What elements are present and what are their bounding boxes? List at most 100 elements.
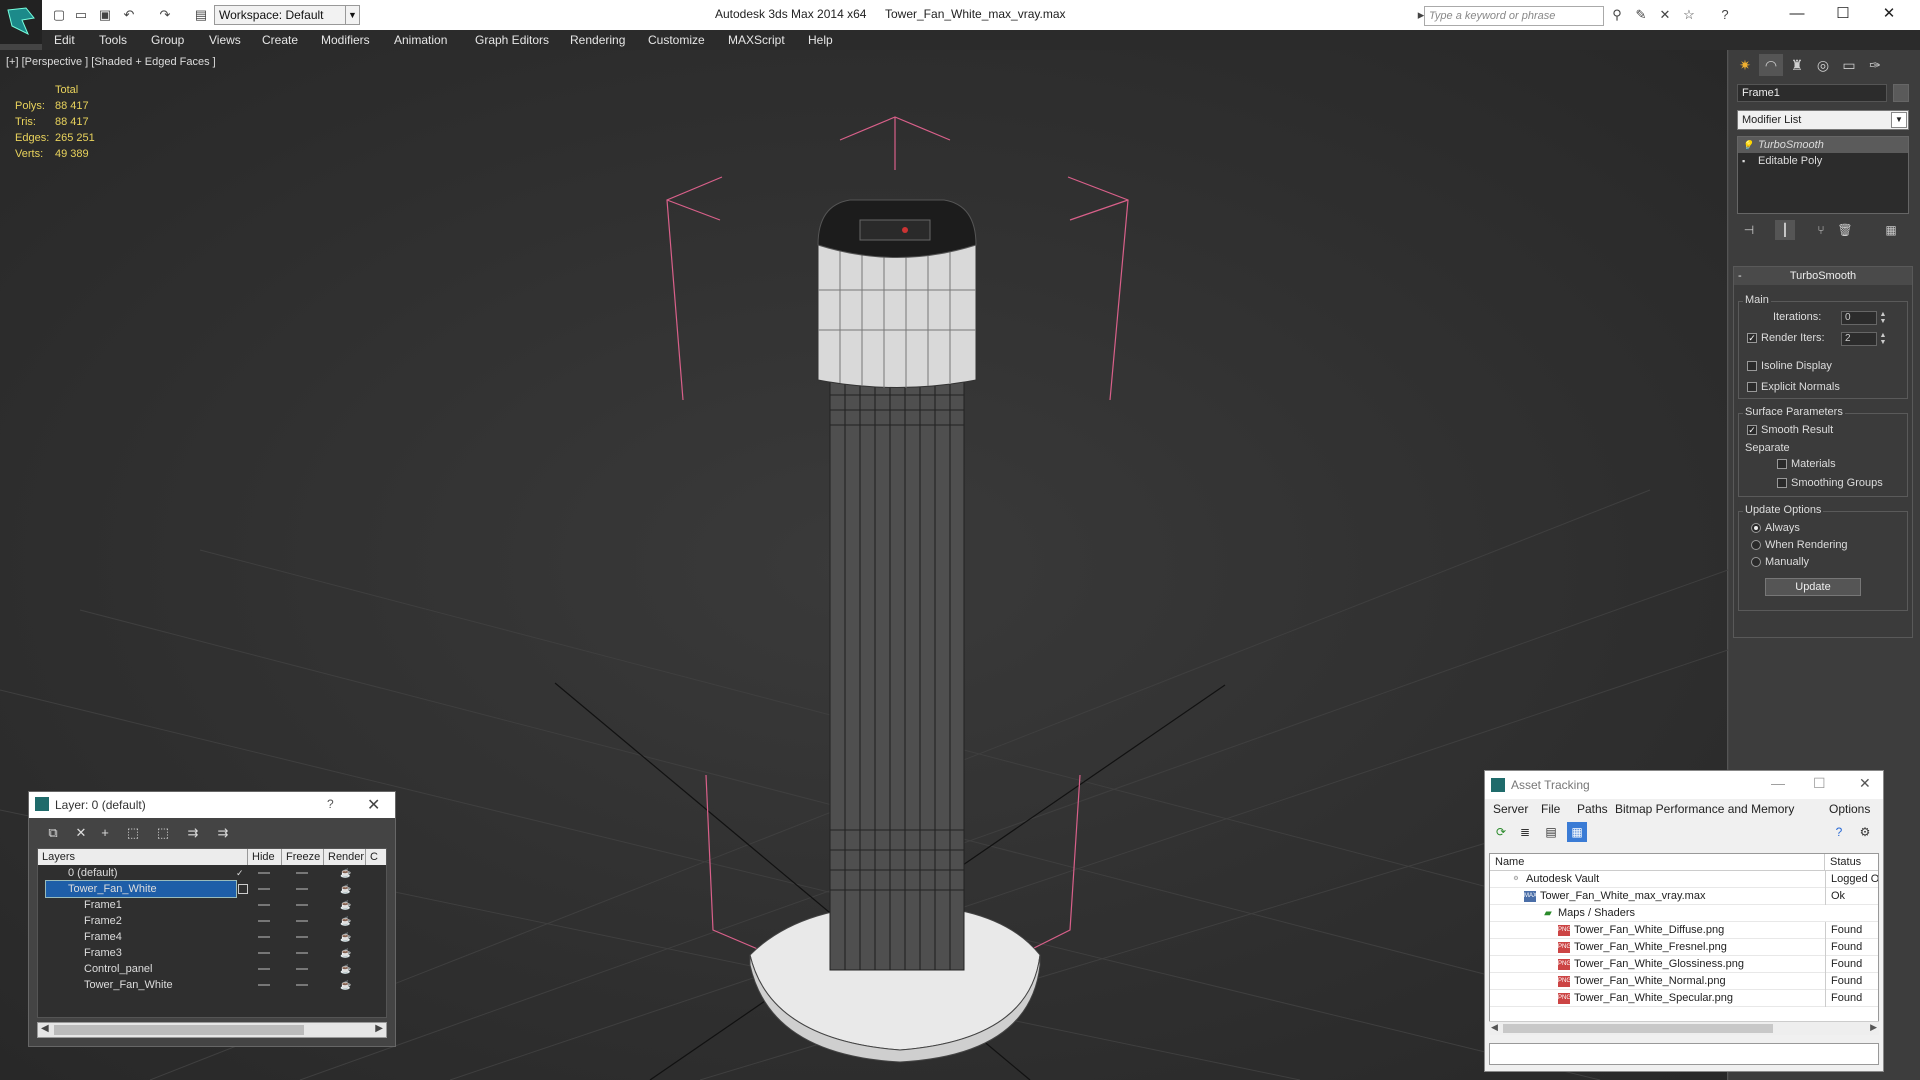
menu-edit[interactable]: Edit <box>54 33 75 47</box>
when-rendering-radio[interactable] <box>1751 540 1761 550</box>
isoline-checkbox[interactable] <box>1747 361 1757 371</box>
show-end-result-icon[interactable]: ┃ <box>1775 220 1795 240</box>
viewport-label[interactable]: [+] [Perspective ] [Shaded + Edged Faces… <box>6 56 216 68</box>
hide-toggle[interactable] <box>258 904 270 906</box>
communication-icon[interactable]: ✕ <box>1656 6 1674 24</box>
scroll-left-icon[interactable]: ◀ <box>41 1023 49 1034</box>
object-name[interactable]: Control_panel <box>84 961 153 977</box>
scroll-right-icon[interactable]: ▶ <box>1870 1022 1877 1033</box>
workspace-dropdown[interactable]: Workspace: Default ▼ <box>214 5 360 25</box>
menu-graph-editors[interactable]: Graph Editors <box>475 33 549 47</box>
layer-name[interactable]: 0 (default) <box>68 865 118 881</box>
render-teapot-icon[interactable]: ☕ <box>340 884 351 894</box>
select-objects-icon[interactable]: ⬚ <box>123 823 143 843</box>
detail-view-icon[interactable]: ▤ <box>1541 822 1561 842</box>
render-teapot-icon[interactable]: ☕ <box>340 900 351 910</box>
menu-customize[interactable]: Customize <box>648 33 705 47</box>
freeze-toggle[interactable] <box>296 920 308 922</box>
hide-toggle[interactable] <box>258 888 270 890</box>
help-button[interactable]: ? <box>327 797 334 811</box>
object-name[interactable]: Frame1 <box>84 897 122 913</box>
stack-item-turbosmooth[interactable]: 💡 TurboSmooth <box>1738 137 1908 153</box>
freeze-toggle[interactable] <box>296 936 308 938</box>
freeze-toggle[interactable] <box>296 888 308 890</box>
lightbulb-icon[interactable]: 💡 <box>1742 140 1753 150</box>
help-icon[interactable]: ? <box>1829 822 1849 842</box>
render-teapot-icon[interactable]: ☕ <box>340 916 351 926</box>
configure-sets-icon[interactable]: ▦ <box>1881 220 1901 240</box>
menu-group[interactable]: Group <box>151 33 184 47</box>
render-iters-checkbox[interactable]: ✓ <box>1747 333 1757 343</box>
app-logo[interactable] <box>0 0 42 44</box>
redo-icon[interactable]: ↷ <box>156 6 174 24</box>
manually-radio[interactable] <box>1751 557 1761 567</box>
hide-toggle[interactable] <box>258 920 270 922</box>
spinner-arrows-icon[interactable]: ▲ ▼ <box>1879 311 1887 325</box>
open-file-icon[interactable]: ▭ <box>72 6 90 24</box>
column-header-freeze[interactable]: Freeze <box>282 849 324 865</box>
column-header-status[interactable]: Status <box>1825 854 1878 871</box>
asset-row[interactable]: ⚙ Autodesk Vault Logged O <box>1490 871 1878 888</box>
layer-row[interactable]: Frame3 ☕ <box>38 945 386 961</box>
add-to-layer-icon[interactable]: + <box>95 823 115 843</box>
freeze-toggle[interactable] <box>296 984 308 986</box>
column-header-name[interactable]: Name <box>1490 854 1825 871</box>
close-button[interactable]: ✕ <box>1866 2 1912 26</box>
modifier-list-dropdown[interactable]: Modifier List ▼ <box>1737 110 1909 130</box>
menu-file[interactable]: File <box>1541 802 1560 816</box>
object-name-field[interactable]: Frame1 <box>1737 84 1887 102</box>
hide-toggle[interactable] <box>258 872 270 874</box>
create-tab-icon[interactable]: ✷ <box>1733 54 1757 76</box>
update-button[interactable]: Update <box>1765 578 1861 596</box>
explicit-normals-checkbox[interactable] <box>1747 382 1757 392</box>
column-header-color[interactable]: C <box>366 849 386 865</box>
menu-maxscript[interactable]: MAXScript <box>728 33 785 47</box>
object-name[interactable]: Frame4 <box>84 929 122 945</box>
new-file-icon[interactable]: ▢ <box>50 6 68 24</box>
close-icon[interactable]: ✕ <box>367 795 380 815</box>
select-layer-icon[interactable]: ⬚ <box>153 823 173 843</box>
layer-row[interactable]: Tower_Fan_White ☕ <box>38 977 386 993</box>
hide-all-layers-icon[interactable]: ⇉ <box>213 823 233 843</box>
layer-row[interactable]: Frame2 ☕ <box>38 913 386 929</box>
layer-row[interactable]: Frame4 ☕ <box>38 929 386 945</box>
rollout-header[interactable]: - TurboSmooth <box>1734 267 1912 285</box>
search-input[interactable]: Type a keyword or phrase <box>1424 6 1604 26</box>
column-header-layers[interactable]: Layers <box>38 849 248 865</box>
scroll-thumb[interactable] <box>1503 1024 1773 1033</box>
minimize-button[interactable]: — <box>1774 2 1820 26</box>
hierarchy-tab-icon[interactable]: ♜ <box>1785 54 1809 76</box>
layer-name[interactable]: Tower_Fan_White <box>45 880 237 898</box>
refresh-icon[interactable]: ⟳ <box>1491 822 1511 842</box>
scroll-left-icon[interactable]: ◀ <box>1491 1022 1498 1033</box>
render-teapot-icon[interactable]: ☕ <box>340 948 351 958</box>
menu-animation[interactable]: Animation <box>394 33 447 47</box>
render-teapot-icon[interactable]: ☕ <box>340 980 351 990</box>
freeze-toggle[interactable] <box>296 968 308 970</box>
column-header-hide[interactable]: Hide <box>248 849 282 865</box>
maximize-button[interactable]: ☐ <box>1813 775 1826 792</box>
object-name[interactable]: Frame3 <box>84 945 122 961</box>
iterations-spinner[interactable]: 0 <box>1841 311 1877 325</box>
list-view-icon[interactable]: ≣ <box>1515 822 1535 842</box>
subscription-icon[interactable]: ✎ <box>1632 6 1650 24</box>
remove-modifier-icon[interactable]: 🗑 <box>1835 220 1855 240</box>
scroll-right-icon[interactable]: ▶ <box>375 1023 383 1034</box>
object-name[interactable]: Tower_Fan_White <box>84 977 173 993</box>
horizontal-scrollbar[interactable]: ◀ ▶ <box>37 1022 387 1038</box>
menu-views[interactable]: Views <box>209 33 241 47</box>
make-unique-icon[interactable]: ⑂ <box>1811 220 1831 240</box>
materials-checkbox[interactable] <box>1777 459 1787 469</box>
object-name[interactable]: Frame2 <box>84 913 122 929</box>
layer-row[interactable]: Frame1 ☕ <box>38 897 386 913</box>
motion-tab-icon[interactable]: ◎ <box>1811 54 1835 76</box>
menu-create[interactable]: Create <box>262 33 298 47</box>
scroll-thumb[interactable] <box>54 1025 304 1035</box>
hide-toggle[interactable] <box>258 984 270 986</box>
delete-layer-icon[interactable]: ✕ <box>71 823 91 843</box>
menu-tools[interactable]: Tools <box>99 33 127 47</box>
undo-icon[interactable]: ↶ <box>120 6 138 24</box>
table-view-icon[interactable]: ▦ <box>1567 822 1587 842</box>
object-color-swatch[interactable] <box>1893 84 1909 102</box>
column-header-render[interactable]: Render <box>324 849 366 865</box>
